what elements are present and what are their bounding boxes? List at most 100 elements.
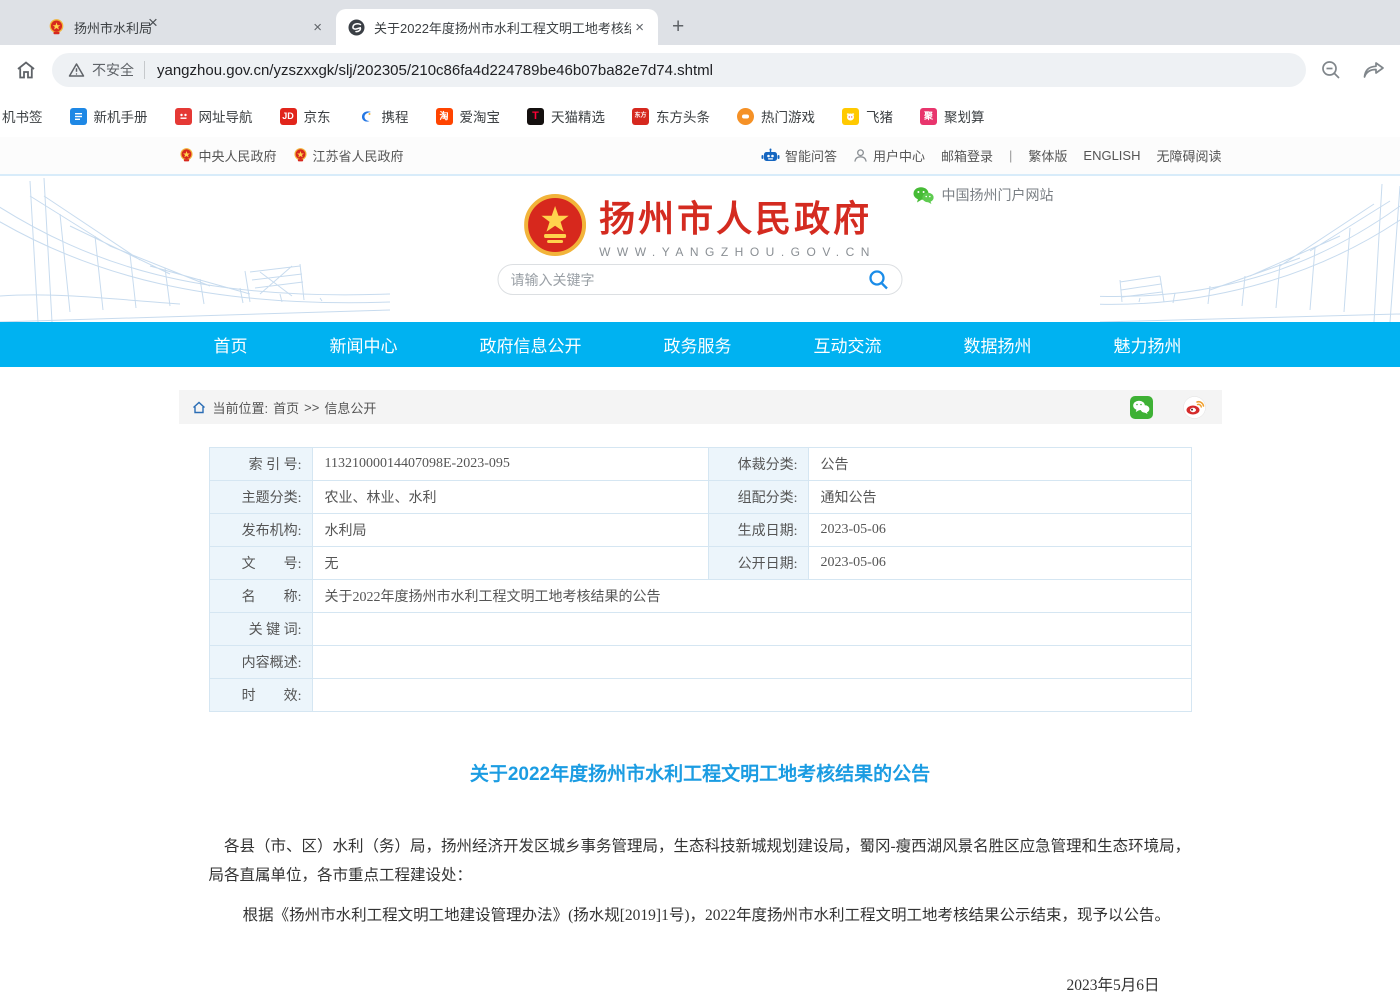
meta-label: 内容概述: [209,646,312,679]
zoom-out-icon[interactable] [1320,59,1342,81]
link-traditional[interactable]: 繁体版 [1028,146,1067,165]
bookmark-item[interactable]: 新机手册 [70,106,148,126]
url-text[interactable]: yangzhou.gov.cn/yzszxxgk/slj/202305/210c… [157,62,713,79]
bookmark-label: 东方头条 [656,106,710,126]
fliggy-icon [842,108,859,125]
link-jiangsu-gov[interactable]: 江苏省人民政府 [293,146,404,165]
site-title: 扬州市人民政府 [599,190,876,242]
bookmark-item[interactable]: 网址导航 [175,106,253,126]
link-central-gov[interactable]: 中央人民政府 [179,146,277,165]
meta-value: 11321000014407098E-2023-095 [312,448,708,481]
site-search [498,264,903,295]
search-input[interactable] [511,272,868,288]
nav-item-gov-info[interactable]: 政府信息公开 [480,332,582,357]
bookmarks-bar: 机书签 新机手册 网址导航 JD 京东 携程 淘 爱淘宝 T 天猫精选 东方 东… [0,95,1400,137]
bookmark-item[interactable]: 东方 东方头条 [632,106,710,126]
taobao-icon: 淘 [436,108,453,125]
new-tab-button[interactable]: + [672,16,684,37]
main-nav: 首页 新闻中心 政府信息公开 政务服务 互动交流 数据扬州 魅力扬州 [0,322,1400,367]
bookmark-item[interactable]: T 天猫精选 [527,106,605,126]
site-header: 扬州市人民政府 WWW.YANGZHOU.GOV.CN 中国扬州门户网站 [0,174,1400,322]
bookmark-item[interactable]: 携程 [358,106,409,126]
breadcrumb-home-link[interactable]: 首页 [273,398,299,417]
link-accessibility[interactable]: 无障碍阅读 [1156,146,1221,165]
share-icon[interactable] [1362,59,1386,81]
close-icon[interactable]: × [309,19,326,36]
tab-yangzhou-water-bureau[interactable]: 扬州市水利局 × [36,9,336,45]
link-english[interactable]: ENGLISH [1083,148,1140,163]
ctrip-icon [358,108,375,125]
bookmark-label: 机书签 [2,106,43,126]
meta-label: 发布机构: [209,514,312,547]
divider: | [1009,148,1012,163]
bookmark-item[interactable]: 飞猪 [842,106,893,126]
portal-link[interactable]: 中国扬州门户网站 [913,185,1054,205]
site-logo[interactable]: 扬州市人民政府 WWW.YANGZHOU.GOV.CN [524,190,876,259]
article-paragraph: 根据《扬州市水利工程文明工地建设管理办法》(扬水规[2019]1号)，2022年… [209,902,1192,931]
meta-value: 公告 [808,448,1191,481]
link-mail-login[interactable]: 邮箱登录 [941,146,993,165]
bookmark-item[interactable]: JD 京东 [280,106,331,126]
bookmark-label: 京东 [304,106,331,126]
browser-tab-strip: × 扬州市水利局 × 关于2022年度扬州市水利工程文明工地考核结果的公告 × … [0,0,1400,45]
juhuasuan-icon: 聚 [920,108,937,125]
document-meta-table: 索 引 号: 11321000014407098E-2023-095 体裁分类:… [209,447,1192,712]
bookmark-label: 天猫精选 [551,106,605,126]
bookmark-item[interactable]: 热门游戏 [737,106,815,126]
table-row: 内容概述: [209,646,1191,679]
meta-label: 名 称: [209,580,312,613]
wechat-share-icon[interactable] [1130,396,1153,419]
nav-item-interaction[interactable]: 互动交流 [814,332,882,357]
search-icon[interactable] [868,269,890,291]
table-row: 索 引 号: 11321000014407098E-2023-095 体裁分类:… [209,448,1191,481]
close-icon[interactable]: × [631,19,648,36]
link-smart-qa[interactable]: 智能问答 [761,146,837,165]
nav-item-data[interactable]: 数据扬州 [964,332,1032,357]
tab-announcement-active[interactable]: 关于2022年度扬州市水利工程文明工地考核结果的公告 × [336,9,658,45]
bookmark-label: 网址导航 [199,106,253,126]
breadcrumb-current[interactable]: 信息公开 [324,398,376,417]
nav-item-services[interactable]: 政务服务 [664,332,732,357]
weibo-share-icon[interactable] [1183,396,1206,419]
nav-site-icon [175,108,192,125]
close-icon[interactable]: × [148,13,158,33]
bookmark-item[interactable]: 机书签 [2,106,43,126]
bookmark-label: 携程 [382,106,409,126]
meta-label: 主题分类: [209,481,312,514]
nav-item-charm[interactable]: 魅力扬州 [1114,332,1182,357]
table-row: 关 键 词: [209,613,1191,646]
meta-label: 体裁分类: [708,448,808,481]
article-paragraph: 各县（市、区）水利（务）局，扬州经济开发区城乡事务管理局，生态科技新城规划建设局… [209,833,1192,890]
breadcrumb-label: 当前位置: [213,398,269,417]
meta-value: 通知公告 [808,481,1191,514]
link-label: 中央人民政府 [199,146,277,165]
user-icon [853,148,868,163]
bookmark-label: 飞猪 [866,106,893,126]
nav-item-home[interactable]: 首页 [214,332,248,357]
breadcrumb-separator: >> [304,400,319,415]
bookmark-item[interactable]: 聚 聚划算 [920,106,985,126]
meta-value: 2023-05-06 [808,547,1191,580]
gov-topbar: 中央人民政府 江苏省人民政府 智能问答 用户中心 邮箱登录 | 繁体版 ENGL… [0,137,1400,174]
meta-label: 组配分类: [708,481,808,514]
article-title: 关于2022年度扬州市水利工程文明工地考核结果的公告 [209,759,1192,786]
jd-icon: JD [280,108,297,125]
nav-item-news[interactable]: 新闻中心 [330,332,398,357]
link-label: 用户中心 [873,146,925,165]
url-input[interactable]: 不安全 yangzhou.gov.cn/yzszxxgk/slj/202305/… [52,53,1306,87]
meta-value [312,613,1191,646]
site-url-text: WWW.YANGZHOU.GOV.CN [599,245,876,259]
meta-value: 水利局 [312,514,708,547]
table-row: 名 称: 关于2022年度扬州市水利工程文明工地考核结果的公告 [209,580,1191,613]
tmall-icon: T [527,108,544,125]
link-user-center[interactable]: 用户中心 [853,146,925,165]
bookmark-item[interactable]: 淘 爱淘宝 [436,106,501,126]
gov-emblem-icon [179,148,194,163]
security-label[interactable]: 不安全 [92,60,134,80]
meta-value: 农业、林业、水利 [312,481,708,514]
home-icon[interactable] [14,58,38,82]
bookmark-label: 热门游戏 [761,106,815,126]
meta-value: 关于2022年度扬州市水利工程文明工地考核结果的公告 [312,580,1191,613]
meta-value [312,679,1191,712]
table-row: 主题分类: 农业、林业、水利 组配分类: 通知公告 [209,481,1191,514]
